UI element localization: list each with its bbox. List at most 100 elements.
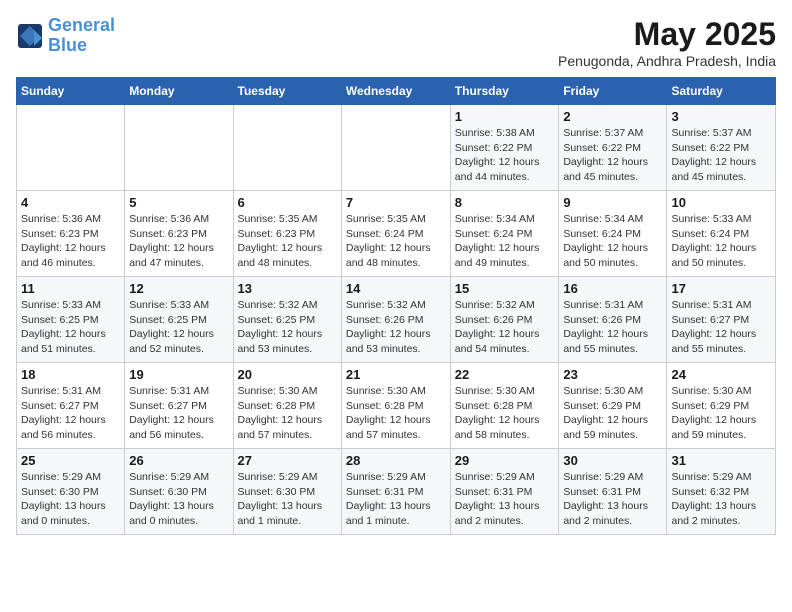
calendar-cell: 1 Sunrise: 5:38 AM Sunset: 6:22 PM Daylig… [450, 105, 559, 191]
weekday-header: Friday [559, 78, 667, 105]
day-info: Sunrise: 5:33 AM Sunset: 6:25 PM Dayligh… [21, 298, 120, 357]
calendar-cell: 10 Sunrise: 5:33 AM Sunset: 6:24 PM Dayli… [667, 191, 776, 277]
day-number: 22 [455, 367, 555, 382]
day-info: Sunrise: 5:31 AM Sunset: 6:27 PM Dayligh… [21, 384, 120, 443]
month-title: May 2025 [558, 16, 776, 53]
day-number: 20 [238, 367, 337, 382]
day-info: Sunrise: 5:36 AM Sunset: 6:23 PM Dayligh… [21, 212, 120, 271]
calendar-cell: 8 Sunrise: 5:34 AM Sunset: 6:24 PM Daylig… [450, 191, 559, 277]
calendar-week-row: 11 Sunrise: 5:33 AM Sunset: 6:25 PM Dayli… [17, 277, 776, 363]
calendar-cell: 26 Sunrise: 5:29 AM Sunset: 6:30 PM Dayli… [125, 449, 233, 535]
calendar-cell: 21 Sunrise: 5:30 AM Sunset: 6:28 PM Dayli… [341, 363, 450, 449]
day-info: Sunrise: 5:30 AM Sunset: 6:28 PM Dayligh… [346, 384, 446, 443]
day-info: Sunrise: 5:30 AM Sunset: 6:29 PM Dayligh… [563, 384, 662, 443]
day-info: Sunrise: 5:30 AM Sunset: 6:29 PM Dayligh… [671, 384, 771, 443]
day-number: 8 [455, 195, 555, 210]
day-info: Sunrise: 5:36 AM Sunset: 6:23 PM Dayligh… [129, 212, 228, 271]
day-number: 2 [563, 109, 662, 124]
day-number: 13 [238, 281, 337, 296]
day-number: 16 [563, 281, 662, 296]
day-info: Sunrise: 5:32 AM Sunset: 6:26 PM Dayligh… [346, 298, 446, 357]
calendar-cell: 9 Sunrise: 5:34 AM Sunset: 6:24 PM Daylig… [559, 191, 667, 277]
day-number: 4 [21, 195, 120, 210]
calendar-cell [17, 105, 125, 191]
day-info: Sunrise: 5:32 AM Sunset: 6:25 PM Dayligh… [238, 298, 337, 357]
day-info: Sunrise: 5:29 AM Sunset: 6:31 PM Dayligh… [346, 470, 446, 529]
calendar-cell: 15 Sunrise: 5:32 AM Sunset: 6:26 PM Dayli… [450, 277, 559, 363]
day-info: Sunrise: 5:31 AM Sunset: 6:27 PM Dayligh… [129, 384, 228, 443]
day-number: 28 [346, 453, 446, 468]
day-info: Sunrise: 5:38 AM Sunset: 6:22 PM Dayligh… [455, 126, 555, 185]
page-header: General Blue May 2025 Penugonda, Andhra … [16, 16, 776, 69]
day-number: 26 [129, 453, 228, 468]
weekday-header: Saturday [667, 78, 776, 105]
day-info: Sunrise: 5:30 AM Sunset: 6:28 PM Dayligh… [455, 384, 555, 443]
day-info: Sunrise: 5:29 AM Sunset: 6:30 PM Dayligh… [238, 470, 337, 529]
calendar-cell: 14 Sunrise: 5:32 AM Sunset: 6:26 PM Dayli… [341, 277, 450, 363]
weekday-header: Thursday [450, 78, 559, 105]
weekday-header: Monday [125, 78, 233, 105]
calendar-cell: 7 Sunrise: 5:35 AM Sunset: 6:24 PM Daylig… [341, 191, 450, 277]
day-number: 7 [346, 195, 446, 210]
day-number: 19 [129, 367, 228, 382]
weekday-header: Tuesday [233, 78, 341, 105]
calendar-cell: 17Sunrise: 5:31 AM Sunset: 6:27 PM Dayli… [667, 277, 776, 363]
calendar-cell: 18 Sunrise: 5:31 AM Sunset: 6:27 PM Dayli… [17, 363, 125, 449]
day-number: 9 [563, 195, 662, 210]
day-info: Sunrise: 5:35 AM Sunset: 6:24 PM Dayligh… [346, 212, 446, 271]
calendar-cell: 31 Sunrise: 5:29 AM Sunset: 6:32 PM Dayli… [667, 449, 776, 535]
day-number: 18 [21, 367, 120, 382]
day-number: 14 [346, 281, 446, 296]
calendar-cell: 25 Sunrise: 5:29 AM Sunset: 6:30 PM Dayli… [17, 449, 125, 535]
calendar-cell: 28 Sunrise: 5:29 AM Sunset: 6:31 PM Dayli… [341, 449, 450, 535]
title-block: May 2025 Penugonda, Andhra Pradesh, Indi… [558, 16, 776, 69]
logo-icon [16, 22, 44, 50]
logo-text: General Blue [48, 16, 115, 56]
calendar-cell [341, 105, 450, 191]
day-number: 27 [238, 453, 337, 468]
day-info: Sunrise: 5:33 AM Sunset: 6:25 PM Dayligh… [129, 298, 228, 357]
day-info: Sunrise: 5:35 AM Sunset: 6:23 PM Dayligh… [238, 212, 337, 271]
day-number: 11 [21, 281, 120, 296]
day-info: Sunrise: 5:32 AM Sunset: 6:26 PM Dayligh… [455, 298, 555, 357]
calendar-week-row: 18 Sunrise: 5:31 AM Sunset: 6:27 PM Dayli… [17, 363, 776, 449]
day-info: Sunrise: 5:30 AM Sunset: 6:28 PM Dayligh… [238, 384, 337, 443]
day-info: Sunrise: 5:29 AM Sunset: 6:32 PM Dayligh… [671, 470, 771, 529]
calendar-cell: 12Sunrise: 5:33 AM Sunset: 6:25 PM Dayli… [125, 277, 233, 363]
day-number: 31 [671, 453, 771, 468]
day-info: Sunrise: 5:34 AM Sunset: 6:24 PM Dayligh… [563, 212, 662, 271]
weekday-header: Wednesday [341, 78, 450, 105]
day-number: 17 [671, 281, 771, 296]
day-number: 1 [455, 109, 555, 124]
day-info: Sunrise: 5:33 AM Sunset: 6:24 PM Dayligh… [671, 212, 771, 271]
calendar-cell [125, 105, 233, 191]
day-info: Sunrise: 5:29 AM Sunset: 6:30 PM Dayligh… [21, 470, 120, 529]
day-number: 23 [563, 367, 662, 382]
day-number: 15 [455, 281, 555, 296]
day-number: 30 [563, 453, 662, 468]
day-number: 24 [671, 367, 771, 382]
calendar-week-row: 1 Sunrise: 5:38 AM Sunset: 6:22 PM Daylig… [17, 105, 776, 191]
day-number: 25 [21, 453, 120, 468]
day-number: 10 [671, 195, 771, 210]
day-number: 21 [346, 367, 446, 382]
calendar-cell: 4 Sunrise: 5:36 AM Sunset: 6:23 PM Daylig… [17, 191, 125, 277]
calendar-cell: 30 Sunrise: 5:29 AM Sunset: 6:31 PM Dayli… [559, 449, 667, 535]
calendar-cell: 6 Sunrise: 5:35 AM Sunset: 6:23 PM Daylig… [233, 191, 341, 277]
location: Penugonda, Andhra Pradesh, India [558, 53, 776, 69]
calendar-cell: 27 Sunrise: 5:29 AM Sunset: 6:30 PM Dayli… [233, 449, 341, 535]
calendar-cell: 19 Sunrise: 5:31 AM Sunset: 6:27 PM Dayli… [125, 363, 233, 449]
day-number: 6 [238, 195, 337, 210]
day-info: Sunrise: 5:29 AM Sunset: 6:31 PM Dayligh… [455, 470, 555, 529]
day-info: Sunrise: 5:29 AM Sunset: 6:31 PM Dayligh… [563, 470, 662, 529]
calendar-week-row: 25 Sunrise: 5:29 AM Sunset: 6:30 PM Dayli… [17, 449, 776, 535]
day-info: Sunrise: 5:37 AM Sunset: 6:22 PM Dayligh… [563, 126, 662, 185]
day-info: Sunrise: 5:34 AM Sunset: 6:24 PM Dayligh… [455, 212, 555, 271]
calendar-cell: 29 Sunrise: 5:29 AM Sunset: 6:31 PM Dayli… [450, 449, 559, 535]
day-info: Sunrise: 5:29 AM Sunset: 6:30 PM Dayligh… [129, 470, 228, 529]
day-info: Sunrise: 5:37 AM Sunset: 6:22 PM Dayligh… [671, 126, 771, 185]
calendar-cell: 24 Sunrise: 5:30 AM Sunset: 6:29 PM Dayli… [667, 363, 776, 449]
day-number: 29 [455, 453, 555, 468]
calendar-cell: 3Sunrise: 5:37 AM Sunset: 6:22 PM Daylig… [667, 105, 776, 191]
weekday-header-row: SundayMondayTuesdayWednesdayThursdayFrid… [17, 78, 776, 105]
